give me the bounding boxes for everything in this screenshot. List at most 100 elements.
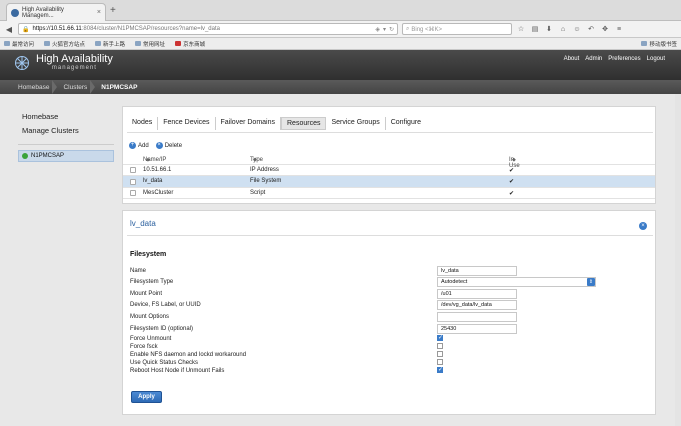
logout-link[interactable]: Logout (647, 56, 665, 62)
folder-icon (4, 41, 10, 46)
sidebar-item-cluster[interactable]: N1PMCSAP (18, 150, 114, 162)
folder-icon (135, 41, 142, 46)
status-ok-icon (22, 153, 28, 159)
bookmark-item[interactable]: 最常访问 (4, 40, 34, 48)
add-button[interactable]: + Add (129, 142, 149, 149)
tab-service-groups[interactable]: Service Groups (326, 117, 386, 130)
device-input[interactable]: /dev/vg_data/lv_data (437, 300, 517, 310)
admin-link[interactable]: Admin (585, 56, 602, 62)
reload-icon[interactable]: ↻ (389, 26, 394, 33)
delete-icon: × (155, 142, 163, 149)
check-icon: ✔ (509, 190, 515, 197)
tools-icon[interactable]: ✥ (600, 25, 610, 33)
browser-tab-bar: High Availability Managem... × + (0, 0, 681, 21)
url-path: :8084/cluster/N1PMCSAP/resources?name=lv… (81, 26, 220, 32)
tab-title: High Availability Managem... (22, 6, 64, 19)
tab-nodes[interactable]: Nodes (127, 117, 159, 130)
name-input[interactable]: lv_data (437, 266, 517, 276)
check-icon: ✔ (509, 179, 515, 185)
mobile-bookmarks[interactable]: 移动版书签 (641, 40, 677, 48)
firefox-icon (95, 41, 102, 46)
menu-icon[interactable]: ≡ (614, 26, 624, 33)
detail-title: lv_data (130, 219, 156, 228)
favicon-icon (11, 8, 19, 17)
sync-icon[interactable]: ☺ (572, 26, 582, 33)
mount-point-input[interactable]: /u01 (437, 289, 517, 299)
app-header: High Availability management About Admin… (0, 50, 681, 80)
reading-list-icon[interactable]: ▤ (530, 25, 540, 33)
chevron-updown-icon: ⇕ (587, 278, 595, 286)
downloads-icon[interactable]: ⬇ (544, 25, 554, 33)
delete-button[interactable]: × Delete (155, 142, 182, 149)
dropdown-icon[interactable]: ▾ (383, 26, 386, 33)
tab-resources[interactable]: Resources (281, 117, 327, 130)
search-input[interactable]: ⌕ Bing <⌘K> (402, 23, 512, 35)
bookmark-item[interactable]: 常用网址 (135, 40, 165, 48)
bookmark-star-icon[interactable]: ☆ (516, 25, 526, 33)
table-header: Name/IP ◆ Type ◆ In Use ◆ (123, 153, 655, 169)
search-placeholder: Bing <⌘K> (411, 26, 443, 33)
cluster-tabs: Nodes Fence Devices Failover Domains Res… (127, 117, 426, 130)
add-icon: + (129, 142, 136, 149)
sidebar-divider (18, 144, 114, 145)
detail-divider (127, 235, 653, 236)
breadcrumb-clusters[interactable]: Clusters (59, 79, 97, 94)
app-subtitle: management (51, 65, 97, 71)
bookmark-item[interactable]: 京东商城 (175, 40, 205, 48)
browser-tab[interactable]: High Availability Managem... × (6, 3, 106, 21)
tab-close-icon[interactable]: × (97, 9, 101, 16)
preferences-link[interactable]: Preferences (608, 56, 640, 62)
nfs-workaround-checkbox[interactable] (437, 351, 443, 357)
table-row[interactable]: lv_data File System ✔ (123, 176, 655, 188)
undo-icon[interactable]: ↶ (586, 25, 596, 33)
reboot-checkbox[interactable] (437, 366, 443, 373)
fsid-input[interactable]: 25430 (437, 324, 517, 334)
app-title: High Availability (36, 53, 113, 65)
sidebar-item-homebase[interactable]: Homebase (22, 112, 58, 121)
check-icon: ✔ (509, 167, 515, 174)
tab-fence-devices[interactable]: Fence Devices (158, 117, 216, 130)
table-row[interactable]: 10.51.66.1 IP Address ✔ (123, 165, 655, 176)
new-tab-button[interactable]: + (110, 5, 116, 16)
close-icon[interactable]: × (639, 222, 647, 230)
logo-icon (15, 55, 29, 70)
tab-failover-domains[interactable]: Failover Domains (216, 117, 281, 130)
row-checkbox[interactable] (130, 167, 136, 173)
table-row[interactable]: MesCluster Script ✔ (123, 188, 655, 199)
resource-actions: + Add × Delete (129, 142, 182, 149)
quick-status-checkbox[interactable] (437, 359, 443, 365)
folder-icon (44, 41, 51, 46)
jd-icon (175, 41, 182, 46)
sort-icon: ◆ (253, 157, 257, 163)
row-checkbox[interactable] (130, 178, 136, 185)
tab-configure[interactable]: Configure (386, 117, 426, 130)
back-icon[interactable]: ◀ (4, 25, 14, 34)
address-bar[interactable]: 🔒 https://10.51.66.11:8084/cluster/N1PMC… (18, 23, 398, 35)
app-logo: High Availability management (14, 54, 113, 71)
apply-button[interactable]: Apply (131, 391, 162, 403)
page-scrollbar[interactable] (675, 94, 681, 426)
section-heading: Filesystem (130, 251, 167, 258)
bookmark-item[interactable]: 火狐官方站点 (44, 40, 85, 48)
sidebar: Homebase Manage Clusters N1PMCSAP (0, 94, 120, 426)
about-link[interactable]: About (564, 56, 580, 62)
force-fsck-checkbox[interactable] (437, 343, 443, 349)
sidebar-item-manage-clusters[interactable]: Manage Clusters (22, 126, 79, 135)
fstype-select[interactable]: Autodetect ⇕ (437, 277, 596, 287)
sidebar-cluster-label: N1PMCSAP (31, 153, 65, 159)
shield-icon[interactable]: ◈ (375, 26, 380, 33)
bookmark-item[interactable]: 新手上路 (95, 40, 125, 48)
resources-table: Name/IP ◆ Type ◆ In Use ◆ 10.51.66.1 IP Add… (123, 153, 655, 199)
resources-panel: Nodes Fence Devices Failover Domains Res… (122, 106, 656, 204)
home-icon[interactable]: ⌂ (558, 26, 568, 33)
top-links: About Admin Preferences Logout (564, 56, 665, 62)
tabs-divider (127, 132, 653, 133)
sort-icon: ◆ (146, 157, 150, 163)
force-unmount-checkbox[interactable] (437, 334, 443, 341)
sort-icon: ◆ (512, 157, 516, 163)
row-checkbox[interactable] (130, 190, 136, 196)
mount-options-input[interactable] (437, 312, 517, 322)
browser-nav-bar: ◀ 🔒 https://10.51.66.11:8084/cluster/N1P… (0, 21, 681, 38)
breadcrumb-homebase[interactable]: Homebase (14, 79, 59, 94)
breadcrumb: Homebase Clusters N1PMCSAP (0, 79, 681, 94)
